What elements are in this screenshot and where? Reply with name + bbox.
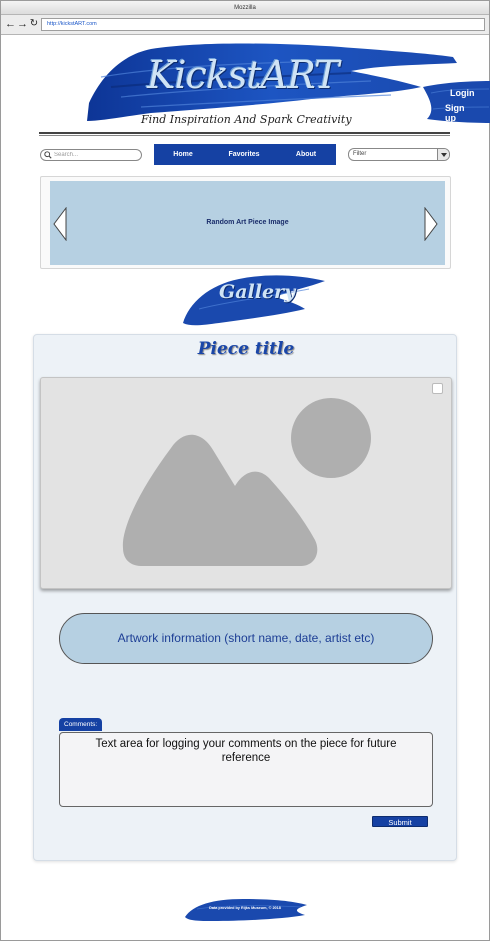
chevron-right-icon[interactable] xyxy=(424,207,438,241)
browser-title: Mozzilla xyxy=(1,1,489,15)
back-arrow-icon[interactable]: ← xyxy=(5,18,16,30)
nav-favorites[interactable]: Favorites xyxy=(212,144,276,165)
nav-home[interactable]: Home xyxy=(154,144,212,165)
browser-window: Mozzilla ← → ↻ http://kickstART.com Kick… xyxy=(0,0,490,941)
filter-label: Filter xyxy=(353,151,367,157)
browser-toolbar: ← → ↻ http://kickstART.com xyxy=(1,15,489,35)
carousel-caption: Random Art Piece Image xyxy=(206,219,289,226)
reload-icon[interactable]: ↻ xyxy=(29,18,39,30)
footer-credit: Data provided by Rijks Museum, © 2018 xyxy=(209,906,281,910)
favorite-checkbox[interactable] xyxy=(432,383,443,394)
logo-text[interactable]: KickstART xyxy=(147,53,339,97)
signup-link[interactable]: Sign up xyxy=(445,103,475,123)
forward-arrow-icon[interactable]: → xyxy=(17,18,28,30)
gallery-title: Gallery xyxy=(219,281,296,303)
carousel-image[interactable]: Random Art Piece Image xyxy=(50,181,445,265)
image-placeholder-icon xyxy=(122,398,371,566)
search-input[interactable] xyxy=(54,150,140,160)
tagline: Find Inspiration And Spark Creativity xyxy=(141,113,352,126)
artwork-info: Artwork information (short name, date, a… xyxy=(59,613,433,664)
piece-title: Piece title xyxy=(197,339,295,359)
art-piece-card: Piece title Artwork information (short n… xyxy=(33,334,457,861)
login-link[interactable]: Login xyxy=(450,88,475,98)
chevron-down-icon[interactable] xyxy=(437,149,449,160)
search-icon xyxy=(44,151,52,159)
main-nav: Home Favorites About xyxy=(154,144,336,165)
artwork-image[interactable] xyxy=(40,377,452,589)
header-divider xyxy=(39,132,450,136)
submit-button[interactable]: Submit xyxy=(372,816,428,827)
chevron-left-icon[interactable] xyxy=(53,207,67,241)
nav-about[interactable]: About xyxy=(276,144,336,165)
search-box[interactable] xyxy=(40,149,142,161)
filter-select[interactable]: Filter xyxy=(348,148,450,161)
carousel: Random Art Piece Image xyxy=(40,176,451,269)
comments-label: Comments: xyxy=(59,718,103,731)
comments-textarea[interactable]: Text area for logging your comments on t… xyxy=(59,732,433,807)
url-bar[interactable]: http://kickstART.com xyxy=(41,18,485,31)
